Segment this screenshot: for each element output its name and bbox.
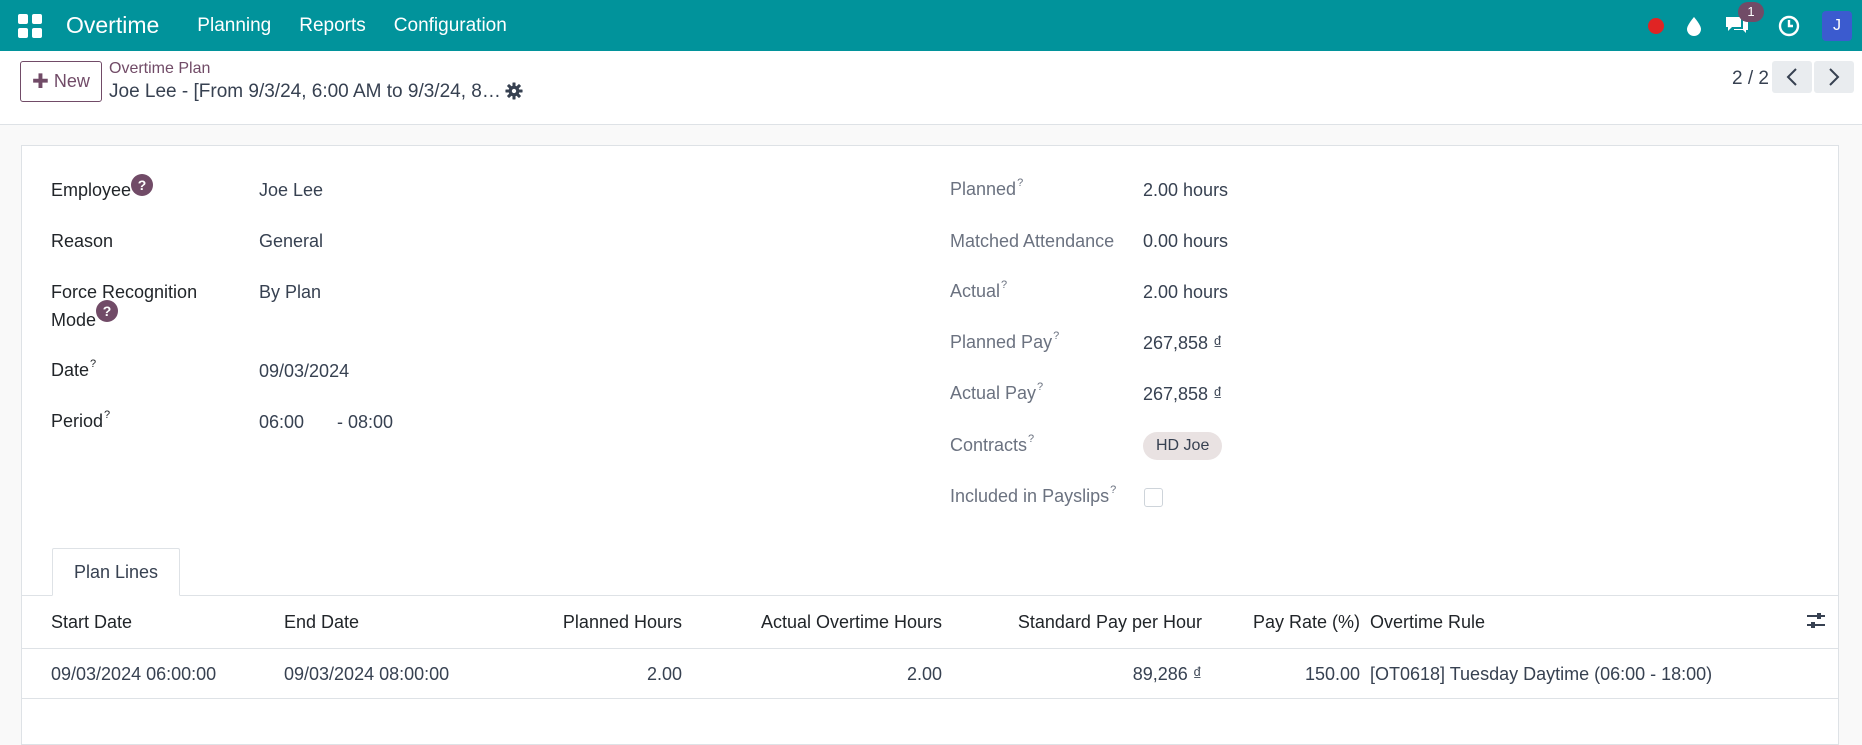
matched-attendance-value: 0.00 hours (1143, 231, 1229, 251)
col-end-date[interactable]: End Date (284, 612, 359, 633)
contract-tag[interactable]: HD Joe (1143, 432, 1223, 460)
form-sheet: Employee? Joe Lee Reason General Force R… (21, 145, 1839, 745)
cell-actual-overtime-hours: 2.00 (906, 664, 942, 684)
clock-icon[interactable] (1778, 15, 1800, 37)
gear-icon[interactable] (505, 82, 523, 105)
col-overtime-rule[interactable]: Overtime Rule (1370, 612, 1485, 633)
chat-badge: 1 (1738, 1, 1764, 22)
actual-value: 2.00 hours (1143, 282, 1229, 302)
cell-overtime-rule: [OT0618] Tuesday Daytime (06:00 - 18:00) (1370, 664, 1713, 684)
planned-pay-label: Planned Pay? (950, 330, 1060, 352)
planned-pay-value: 267,858 ₫ (1143, 333, 1223, 353)
col-start-date[interactable]: Start Date (51, 612, 132, 633)
employee-field[interactable]: Joe Lee (259, 180, 323, 201)
cell-pay-rate: 150.00 (1304, 664, 1360, 684)
top-navbar: Overtime Planning Reports Configuration … (0, 0, 1862, 51)
period-from-field[interactable]: 06:00 (259, 412, 304, 433)
optional-columns-icon[interactable] (1806, 612, 1826, 635)
new-button-label: New (53, 71, 90, 91)
record-title: Joe Lee - [From 9/3/24, 6:00 AM to 9/3/2… (109, 81, 501, 102)
cell-start-date: 09/03/2024 06:00:00 (51, 664, 217, 684)
actual-label: Actual? (950, 279, 1008, 301)
new-button[interactable]: ✚ New (20, 61, 102, 102)
force-recognition-label-line1: Force Recognition (51, 282, 198, 302)
planned-value: 2.00 hours (1143, 180, 1229, 200)
cell-standard-pay-per-hour: 89,286 ₫ (1132, 664, 1202, 684)
col-pay-rate[interactable]: Pay Rate (%) (1222, 612, 1360, 633)
tab-plan-lines[interactable]: Plan Lines (52, 548, 180, 596)
date-field[interactable]: 09/03/2024 (259, 361, 349, 382)
force-recognition-field[interactable]: By Plan (259, 282, 321, 303)
pager-value[interactable]: 2 / 2 (1732, 68, 1769, 90)
record-dot-icon[interactable] (1648, 17, 1664, 34)
col-actual-overtime-hours[interactable]: Actual Overtime Hours (722, 612, 942, 633)
table-header: Start Date End Date Planned Hours Actual… (22, 596, 1838, 649)
plus-icon: ✚ (32, 71, 49, 93)
apps-menu-icon[interactable] (18, 13, 42, 38)
actual-pay-value: 267,858 ₫ (1143, 384, 1223, 404)
systray: 1 J (1626, 0, 1862, 51)
menu-configuration[interactable]: Configuration (394, 15, 507, 37)
contracts-label: Contracts? (950, 433, 1035, 455)
reason-label: Reason (51, 231, 114, 251)
cell-planned-hours: 2.00 (646, 664, 682, 684)
reason-field[interactable]: General (259, 231, 323, 252)
pager-previous-button[interactable] (1772, 61, 1812, 93)
help-icon[interactable]: ? (96, 300, 119, 322)
menu-reports[interactable]: Reports (299, 15, 366, 37)
period-label: Period? (51, 409, 111, 431)
employee-label: Employee? (51, 174, 154, 202)
breadcrumb-overtime-plan[interactable]: Overtime Plan (109, 60, 210, 78)
planned-label: Planned? (950, 177, 1024, 199)
user-avatar[interactable]: J (1822, 10, 1852, 41)
menu-planning[interactable]: Planning (197, 15, 271, 37)
col-planned-hours[interactable]: Planned Hours (512, 612, 682, 633)
droplet-icon[interactable] (1686, 16, 1702, 36)
help-icon[interactable]: ? (131, 174, 154, 196)
chevron-right-icon (1829, 68, 1840, 86)
app-brand[interactable]: Overtime (66, 12, 159, 39)
pager-next-button[interactable] (1814, 61, 1854, 93)
col-standard-pay-per-hour[interactable]: Standard Pay per Hour (982, 612, 1202, 633)
included-in-payslips-checkbox[interactable] (1144, 488, 1163, 507)
date-label: Date? (51, 358, 97, 380)
included-in-payslips-label: Included in Payslips? (950, 484, 1117, 506)
cell-end-date: 09/03/2024 08:00:00 (284, 664, 450, 684)
chat-icon[interactable]: 1 (1724, 1, 1764, 37)
table-row[interactable]: 09/03/2024 06:00:00 09/03/2024 08:00:00 … (22, 649, 1838, 699)
force-recognition-label-line2: Mode? (51, 300, 119, 332)
matched-attendance-label: Matched Attendance (950, 231, 1115, 251)
actual-pay-label: Actual Pay? (950, 381, 1044, 403)
control-panel: ✚ New Overtime Plan Joe Lee - [From 9/3/… (0, 51, 1862, 125)
period-to-field[interactable]: - 08:00 (337, 412, 393, 433)
chevron-left-icon (1786, 68, 1797, 86)
